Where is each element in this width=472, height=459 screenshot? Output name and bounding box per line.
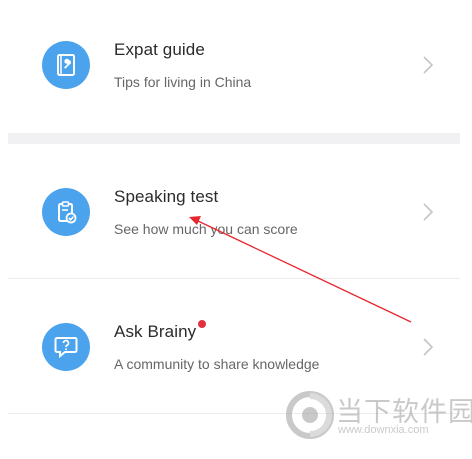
menu-item-speaking-test[interactable]: Speaking test See how much you can score <box>8 144 460 278</box>
menu-item-title: Ask Brainy <box>114 322 197 341</box>
question-bubble-icon <box>42 323 90 371</box>
menu-item-title: Expat guide <box>114 40 205 59</box>
watermark-logo-icon <box>286 391 334 439</box>
chevron-right-icon <box>423 338 434 356</box>
chevron-right-icon <box>423 203 434 221</box>
notification-dot <box>198 320 206 328</box>
menu-item-title: Speaking test <box>114 187 219 206</box>
menu-item-expat-guide[interactable]: Expat guide Tips for living in China <box>8 0 460 133</box>
menu-item-subtitle: A community to share knowledge <box>114 356 320 372</box>
menu-item-subtitle: Tips for living in China <box>114 74 252 90</box>
section-divider <box>8 133 460 144</box>
clipboard-check-icon <box>42 188 90 236</box>
menu-item-subtitle: See how much you can score <box>114 221 298 237</box>
watermark: 当下软件园 www.downxia.com <box>286 388 472 444</box>
chevron-right-icon <box>423 56 434 74</box>
book-wrench-icon <box>42 41 90 89</box>
menu-list-page: Expat guide Tips for living in China Spe… <box>0 0 472 459</box>
watermark-url: www.downxia.com <box>338 424 429 436</box>
